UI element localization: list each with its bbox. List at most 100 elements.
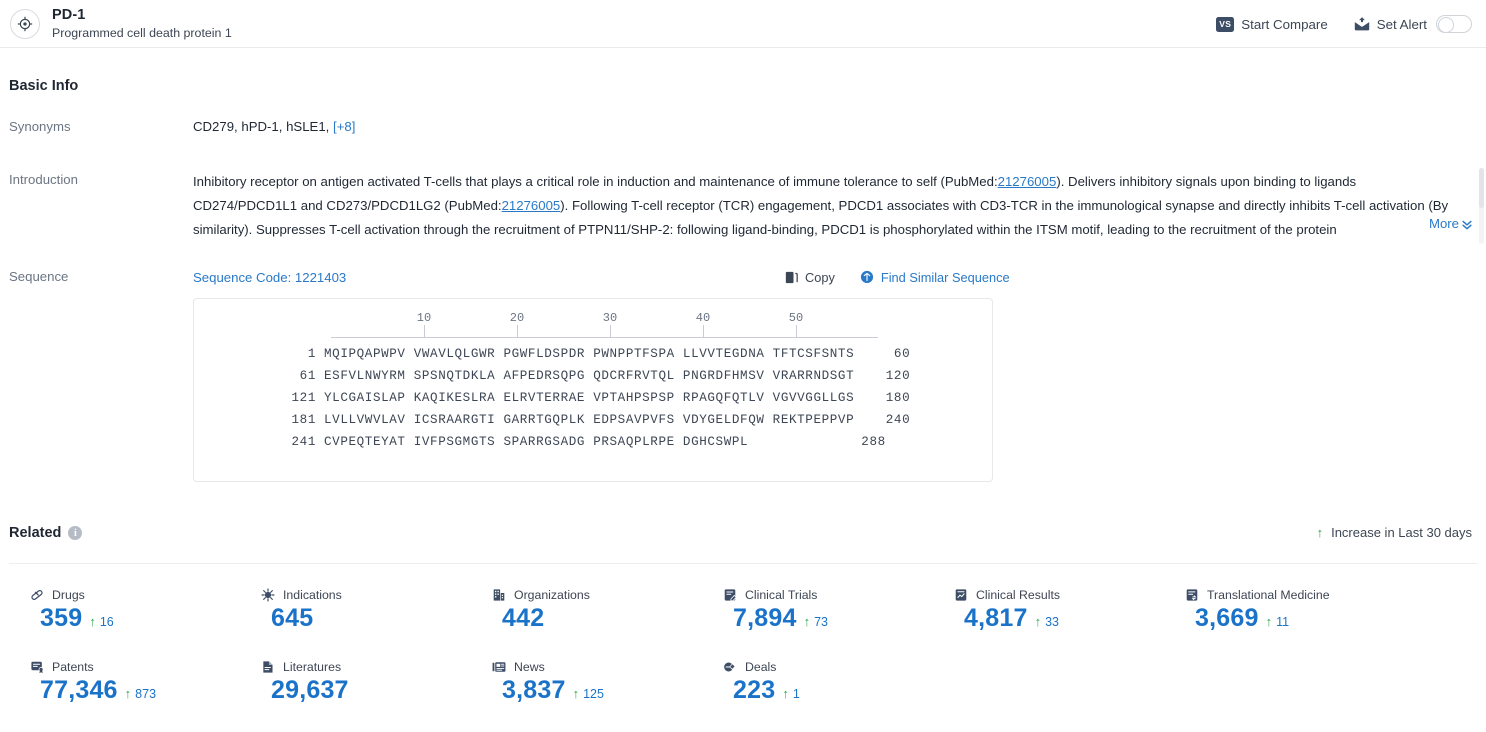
sequence-row-residues: CVPEQTEYAT IVFPSGMGTS SPARRGSADG PRSAQPL… — [324, 435, 830, 449]
set-alert-control[interactable]: Set Alert — [1354, 15, 1472, 33]
arrow-up-icon: ↑ — [124, 686, 132, 701]
transfer-doc-icon — [1185, 588, 1199, 602]
sequence-row-residues: MQIPQAPWPV VWAVLQLGWR PGWFLDSPDR PWNPPTF… — [324, 347, 855, 361]
stat-card-delta-value: 873 — [135, 686, 157, 701]
stat-card-value[interactable]: 645 — [271, 604, 313, 634]
stat-card-value-row: 3,669 ↑ 11 — [1185, 604, 1395, 634]
virus-icon — [261, 588, 275, 602]
sequence-row: 241 CVPEQTEYAT IVFPSGMGTS SPARRGSADG PRSA… — [194, 431, 992, 453]
clipboard-pen-icon — [723, 588, 737, 602]
app-header: PD-1 Programmed cell death protein 1 VS … — [0, 0, 1486, 48]
ruler-tick — [703, 325, 704, 337]
patent-doc-icon — [30, 660, 44, 674]
stat-card-indications[interactable]: Indications 645 — [240, 588, 471, 660]
stat-card-organizations[interactable]: Organizations 442 — [471, 588, 702, 660]
copy-icon — [784, 270, 799, 285]
related-heading-group: Related i — [9, 525, 83, 541]
stat-card-value-row: 77,346 ↑ 873 — [30, 676, 240, 706]
stat-card-label: Literatures — [283, 660, 342, 674]
sequence-row-end: 288 — [861, 435, 886, 449]
stat-card-value[interactable]: 3,669 — [1195, 604, 1259, 634]
sequence-row-residues: LVLLVWVLAV ICSRAARGTI GARRTGQPLK EDPSAVP… — [324, 413, 855, 427]
copy-label: Copy — [805, 269, 835, 285]
introduction-text-block: Inhibitory receptor on antigen activated… — [193, 170, 1457, 242]
entity-brand: PD-1 Programmed cell death protein 1 — [10, 7, 232, 40]
ruler-tick-label: 50 — [788, 311, 804, 325]
start-compare-button[interactable]: VS Start Compare — [1216, 16, 1328, 32]
pill-icon — [30, 588, 44, 602]
stat-card-value[interactable]: 359 — [40, 604, 82, 634]
arrow-up-icon: ↑ — [89, 614, 96, 629]
introduction-more-button[interactable]: More — [1426, 216, 1473, 231]
ruler-tick-label: 30 — [602, 311, 618, 325]
handshake-icon — [723, 660, 737, 674]
stat-card-value[interactable]: 3,837 — [502, 676, 566, 706]
stat-card-clinical-trials[interactable]: Clinical Trials 7,894 ↑ 73 — [702, 588, 933, 660]
more-label: More — [1428, 216, 1459, 231]
stat-card-header: Clinical Results — [954, 588, 1164, 602]
copy-button[interactable]: Copy — [784, 270, 835, 285]
stat-card-label: Drugs — [52, 588, 85, 602]
stat-card-value[interactable]: 4,817 — [964, 604, 1028, 634]
sequence-ruler: 10 20 30 40 50 — [194, 311, 992, 343]
sequence-code-link[interactable]: Sequence Code: 1221403 — [193, 270, 346, 285]
introduction-scrollbar-thumb[interactable] — [1479, 168, 1484, 208]
synonyms-more-link[interactable]: [+8] — [333, 119, 355, 134]
stat-card-delta: ↑ 1 — [782, 687, 799, 706]
stat-card-patents[interactable]: Patents 77,346 ↑ 873 — [9, 660, 240, 732]
stat-card-header: Indications — [261, 588, 471, 602]
stat-card-value-row: 7,894 ↑ 73 — [723, 604, 933, 634]
arrow-up-icon: ↑ — [782, 686, 789, 701]
find-similar-sequence-button[interactable]: Find Similar Sequence — [859, 269, 1010, 285]
stat-card-delta-value: 1 — [792, 686, 800, 701]
stat-card-label: Clinical Results — [976, 588, 1061, 602]
related-stats-panel: Drugs 359 ↑ 16 Indications 645 Organizations 44… — [9, 563, 1477, 715]
chart-doc-icon — [954, 588, 968, 602]
stat-card-value[interactable]: 442 — [502, 604, 544, 634]
stat-card-label: News — [514, 660, 545, 674]
stat-card-header: Literatures — [261, 660, 471, 674]
pubmed-link-2[interactable]: 21276005 — [502, 198, 561, 213]
stat-card-label: Patents — [52, 660, 94, 674]
stat-card-clinical-results[interactable]: Clinical Results 4,817 ↑ 33 — [933, 588, 1164, 660]
stat-card-label: Clinical Trials — [745, 588, 818, 602]
stat-card-value[interactable]: 7,894 — [733, 604, 797, 634]
stat-card-deals[interactable]: Deals 223 ↑ 1 — [702, 660, 933, 732]
page-subtitle: Programmed cell death protein 1 — [52, 25, 232, 40]
introduction-label: Introduction — [9, 172, 78, 187]
arrow-up-icon: ↑ — [1034, 614, 1042, 629]
stat-card-delta-value: 11 — [1276, 614, 1290, 629]
stat-card-value[interactable]: 77,346 — [40, 676, 118, 706]
sequence-row-end: 60 — [893, 347, 911, 361]
stat-card-drugs[interactable]: Drugs 359 ↑ 16 — [9, 588, 240, 660]
arrow-up-icon: ↑ — [572, 686, 580, 701]
stat-card-news[interactable]: News 3,837 ↑ 125 — [471, 660, 702, 732]
stat-card-header: Clinical Trials — [723, 588, 933, 602]
synonyms-value: CD279, hPD-1, hSLE1, [+8] — [193, 119, 355, 134]
stat-card-translational-medicine[interactable]: Translational Medicine 3,669 ↑ 11 — [1164, 588, 1395, 660]
stat-card-label: Translational Medicine — [1207, 588, 1330, 602]
info-icon[interactable]: i — [68, 526, 83, 540]
ruler-tick — [610, 325, 611, 337]
arrow-up-icon: ↑ — [1316, 525, 1324, 540]
alert-toggle-switch[interactable] — [1436, 15, 1472, 33]
synonyms-label: Synonyms — [9, 119, 71, 134]
stat-card-delta-value: 125 — [583, 686, 604, 701]
sequence-label: Sequence — [9, 269, 69, 284]
sequence-row-start: 1 — [307, 347, 316, 361]
stat-card-label: Indications — [283, 588, 342, 602]
sequence-row: 181 LVLLVWVLAV ICSRAARGTI GARRTGQPLK EDPS… — [194, 409, 992, 431]
building-icon — [492, 588, 506, 602]
page-title: PD-1 — [52, 7, 86, 24]
stat-card-value-row: 223 ↑ 1 — [723, 676, 933, 706]
stat-card-value[interactable]: 29,637 — [271, 676, 349, 706]
pubmed-link-1[interactable]: 21276005 — [998, 174, 1057, 189]
stat-card-value[interactable]: 223 — [733, 676, 775, 706]
stat-card-value-row: 442 — [492, 604, 702, 634]
sequence-row-start: 181 — [291, 413, 316, 427]
stat-card-literatures[interactable]: Literatures 29,637 — [240, 660, 471, 732]
stat-card-delta-value: 73 — [814, 614, 828, 629]
stat-card-header: Deals — [723, 660, 933, 674]
stat-card-delta: ↑ 33 — [1035, 615, 1059, 634]
ruler-tick-label: 40 — [695, 311, 711, 325]
